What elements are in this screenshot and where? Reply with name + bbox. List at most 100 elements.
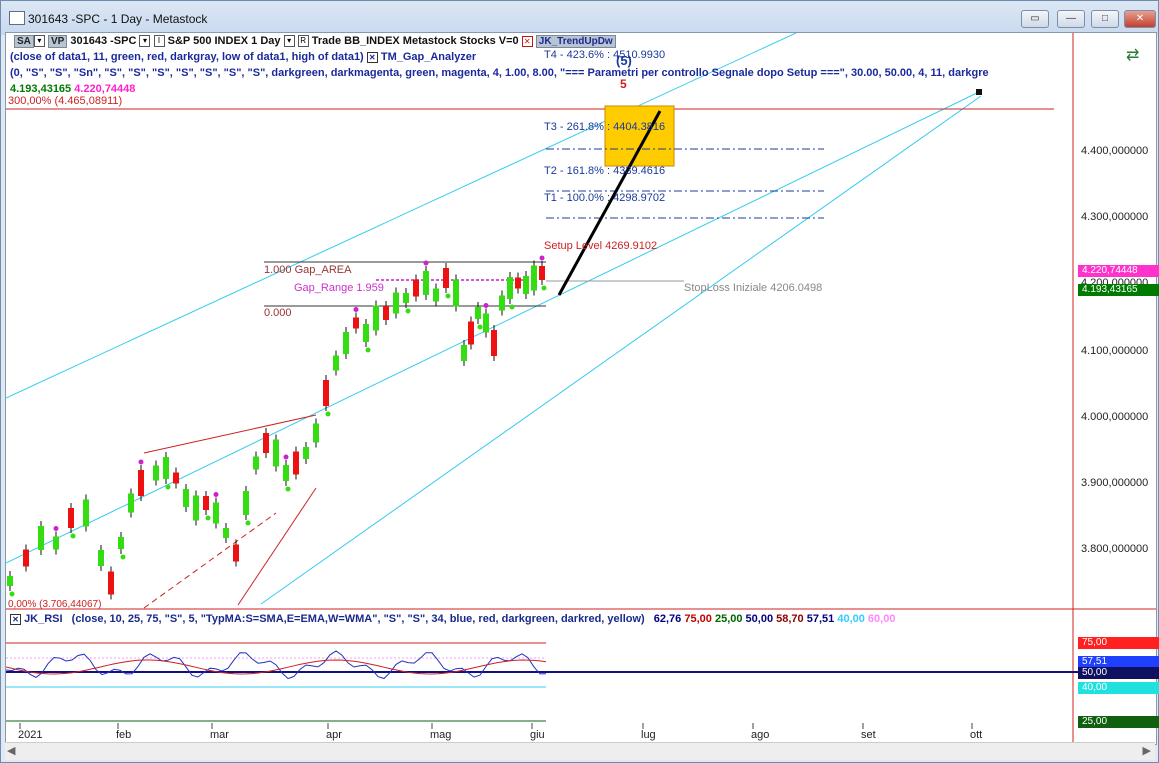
wedge-upper-line	[143, 414, 317, 454]
indicator-params-row: (close of data1, 11, green, red, darkgra…	[10, 51, 476, 63]
signal-dot-green	[120, 554, 126, 560]
candle-bear	[173, 472, 179, 484]
rsi-value: 62,76	[653, 613, 682, 625]
target-box	[604, 105, 675, 167]
rsi-value: 50,00	[745, 613, 774, 625]
candle-bull	[373, 305, 379, 331]
rsi-close-icon[interactable]: ✕	[10, 613, 21, 625]
signal-dot-green	[9, 591, 15, 597]
metastock-window: 301643 -SPC - 1 Day - Metastock ▭ — □ ✕	[0, 0, 1159, 763]
signal-dot-magenta	[283, 454, 289, 460]
security-dropdown-icon[interactable]: ▾	[283, 35, 295, 48]
month-label: 2021	[18, 729, 43, 741]
maximize-button[interactable]: □	[1091, 10, 1119, 28]
gap-analyzer-label: TM_Gap_Analyzer	[380, 51, 477, 63]
scroll-left-icon[interactable]: ◀	[7, 744, 15, 757]
symbol-label: 301643 -SPC	[70, 35, 137, 47]
signal-dot-green	[477, 324, 483, 330]
signal-dot-green	[205, 515, 211, 521]
signal-dot-magenta	[353, 307, 359, 312]
candle-bear	[443, 268, 449, 288]
rsi-value: 25,00	[714, 613, 743, 625]
wedge-lower-line	[237, 487, 317, 606]
candle-bear	[323, 380, 329, 406]
candle-bull	[283, 465, 289, 481]
candle-bull	[343, 332, 349, 354]
month-label: feb	[116, 729, 132, 741]
candle-bull	[213, 502, 219, 524]
signal-dot-green	[245, 520, 251, 526]
window-title: 301643 -SPC - 1 Day - Metastock	[28, 12, 208, 26]
price-tick: 4.400,000000	[1081, 145, 1149, 157]
gap-area-label: 1.000 Gap_AREA	[264, 264, 352, 276]
candle-bear	[413, 279, 419, 297]
price-tick: 3.800,000000	[1081, 543, 1149, 555]
candle-bull	[243, 491, 249, 515]
wave-label-red: 5	[620, 77, 627, 91]
candle-bull	[333, 355, 339, 371]
signal-dot-green	[70, 533, 76, 539]
candle-bear	[138, 470, 144, 496]
candle-bull	[53, 536, 59, 550]
candle-bear	[68, 508, 74, 528]
signal-dot-green	[509, 304, 515, 310]
fib-bottom-label: 0,00% (3.706,44067)	[8, 599, 102, 610]
sa-dropdown-icon[interactable]: ▾	[33, 35, 45, 48]
r-dropdown-icon[interactable]: R	[297, 35, 309, 48]
gap-range-label: Gap_Range 1.959	[294, 282, 384, 294]
signal-dot-green	[541, 285, 547, 291]
security-label: S&P 500 INDEX 1 Day	[167, 35, 281, 47]
setup-label: Setup Level 4269.9102	[544, 240, 658, 252]
rsi-header: ✕ JK_RSI (close, 10, 25, 75, "S", 5, "Ty…	[10, 613, 895, 625]
candle-bear	[263, 433, 269, 453]
restore-down-button[interactable]: ▭	[1021, 10, 1049, 28]
minimize-button[interactable]: —	[1057, 10, 1085, 28]
candle-bear	[539, 266, 545, 280]
gap-analyzer-close-icon[interactable]: ✕	[366, 51, 378, 63]
interval-dropdown-icon[interactable]: I	[153, 35, 165, 48]
candle-bear	[203, 496, 209, 510]
candle-bull	[499, 295, 505, 311]
rsi-name: JK_RSI	[24, 613, 63, 625]
signal-dot-magenta	[483, 303, 489, 308]
price-tick: 3.900,000000	[1081, 477, 1149, 489]
signal-dot-green	[405, 308, 411, 314]
title-bar[interactable]: 301643 -SPC - 1 Day - Metastock ▭ — □ ✕	[1, 1, 1158, 35]
candle-bull	[163, 457, 169, 479]
symbol-dropdown-icon[interactable]: ▾	[139, 35, 151, 48]
rsi-value: 60,00	[867, 613, 896, 625]
signal-dot-magenta	[138, 459, 144, 465]
signal-dot-magenta	[539, 255, 545, 261]
price-chart-svg[interactable]	[6, 33, 1156, 744]
horizontal-scrollbar[interactable]: ◀ ▶	[5, 742, 1155, 760]
indicator-close-icon[interactable]: ✕	[521, 35, 533, 47]
gap-params: (close of data1, 11, green, red, darkgra…	[10, 51, 364, 63]
t4-label: T4 - 423.6% : 4510.9930	[544, 49, 666, 61]
candle-bear	[491, 330, 497, 356]
candle-bull	[483, 313, 489, 333]
candle-bear	[293, 451, 299, 475]
indicator-badge[interactable]: JK_TrendUpDw	[535, 35, 616, 48]
chart-area[interactable]: SA ▾ VP 301643 -SPC ▾ I S&P 500 INDEX 1 D…	[5, 32, 1159, 745]
t3-label: T3 - 261.8% : 4404.3816	[544, 121, 666, 133]
scroll-right-icon[interactable]: ▶	[1143, 744, 1151, 757]
rsi-value: 58,70	[776, 613, 804, 625]
price-tick: 4.100,000000	[1081, 345, 1149, 357]
sa-badge[interactable]: SA	[14, 35, 34, 48]
signal-dot-magenta	[423, 260, 429, 266]
close-button[interactable]: ✕	[1124, 10, 1156, 28]
month-label: apr	[326, 729, 342, 741]
month-label: mar	[210, 729, 229, 741]
signal-dot-green	[325, 411, 331, 417]
candle-bear	[108, 571, 114, 595]
price-tag-magenta: 4.220,74448	[1078, 265, 1159, 277]
toolbar-row: SA ▾ VP 301643 -SPC ▾ I S&P 500 INDEX 1 D…	[14, 35, 616, 48]
candle-bull	[531, 265, 537, 291]
chart-tool-icon[interactable]: ⇄	[1126, 45, 1139, 65]
vp-badge[interactable]: VP	[47, 35, 68, 48]
rsi-params: (close, 10, 25, 75, "S", 5, "TypMA:S=SMA…	[71, 613, 645, 625]
candle-bull	[83, 499, 89, 527]
candle-bull	[38, 526, 44, 550]
value-magenta: 4.220,74448	[74, 83, 136, 95]
candle-bull	[153, 465, 159, 481]
